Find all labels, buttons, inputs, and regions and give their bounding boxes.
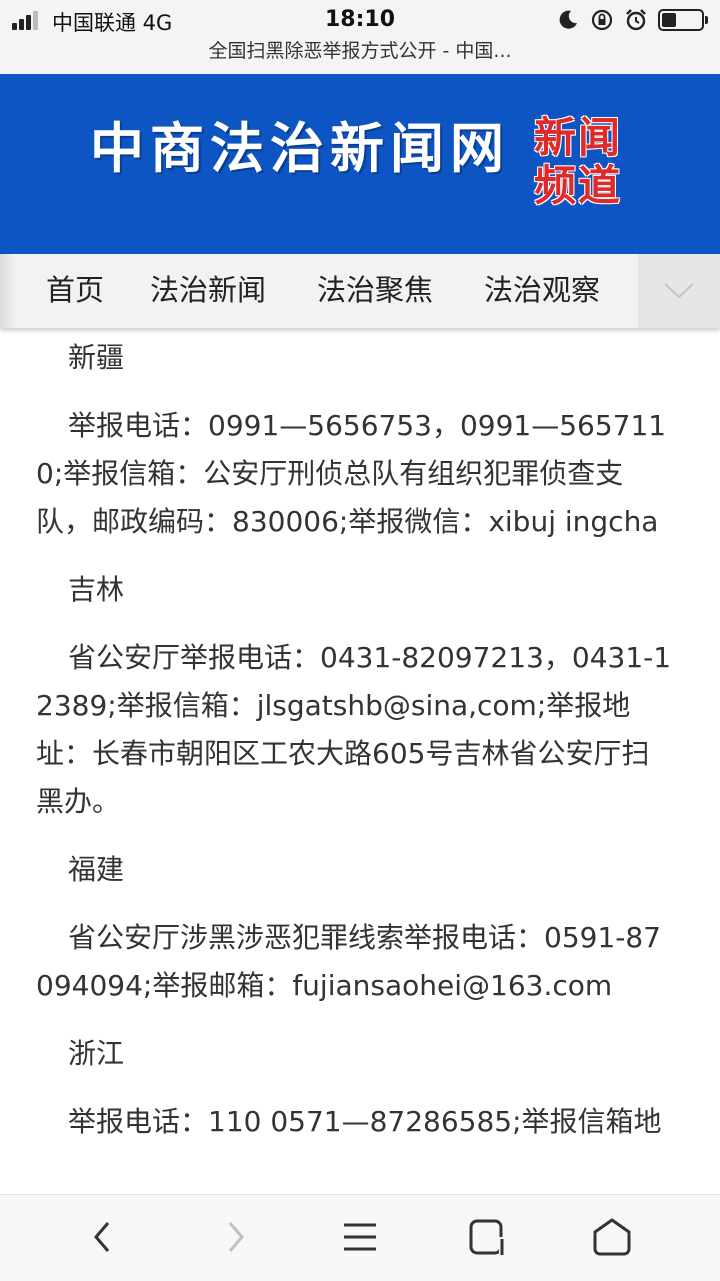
nav-item-legal-observation[interactable]: 法治观察 bbox=[484, 254, 600, 328]
browser-toolbar bbox=[0, 1194, 720, 1281]
back-icon[interactable] bbox=[82, 1215, 126, 1259]
region-heading: 福建 bbox=[68, 853, 125, 886]
battery-icon bbox=[658, 9, 708, 31]
rotation-lock-icon bbox=[591, 9, 613, 31]
article-paragraph: 省公安厅涉黑涉恶犯罪线索举报电话：0591-87094094;举报邮箱：fuji… bbox=[36, 921, 661, 1002]
alarm-icon bbox=[626, 9, 646, 31]
chevron-down-icon bbox=[664, 283, 694, 299]
article-paragraph: 举报电话：110 0571—87286585;举报信箱地 bbox=[68, 1105, 662, 1138]
nav-item-legal-news[interactable]: 法治新闻 bbox=[150, 254, 266, 328]
tabs-icon[interactable] bbox=[466, 1215, 510, 1259]
article-paragraph: 省公安厅举报电话：0431-82097213，0431-12389;举报信箱：j… bbox=[36, 641, 672, 818]
home-icon[interactable] bbox=[590, 1215, 634, 1259]
region-heading: 新疆 bbox=[68, 341, 125, 374]
article-paragraph: 举报电话：0991—5656753，0991—5657110;举报信箱：公安厅刑… bbox=[36, 409, 667, 538]
region-heading: 浙江 bbox=[68, 1037, 125, 1070]
nav-more-button[interactable] bbox=[638, 254, 720, 328]
channel-stamp: 新闻 频道 bbox=[528, 114, 628, 210]
stamp-line-2: 频道 bbox=[533, 161, 622, 210]
article-body: 新疆 举报电话：0991—5656753，0991—5657110;举报信箱：公… bbox=[36, 328, 676, 1194]
status-bar: 中国联通 4G 18:10 bbox=[0, 0, 720, 40]
stamp-line-1: 新闻 bbox=[533, 113, 622, 162]
menu-icon[interactable] bbox=[338, 1215, 382, 1259]
site-logo-text[interactable]: 中商法治新闻网 bbox=[90, 118, 510, 178]
moon-icon bbox=[559, 10, 577, 29]
nav-item-home[interactable]: 首页 bbox=[46, 254, 104, 328]
category-nav: 首页 法治新闻 法治聚焦 法治观察 bbox=[0, 254, 720, 328]
nav-item-legal-focus[interactable]: 法治聚焦 bbox=[317, 254, 433, 328]
page-title: 全国扫黑除恶举报方式公开 - 中国... bbox=[0, 40, 720, 74]
region-heading: 吉林 bbox=[68, 573, 125, 606]
forward-icon[interactable] bbox=[212, 1215, 256, 1259]
